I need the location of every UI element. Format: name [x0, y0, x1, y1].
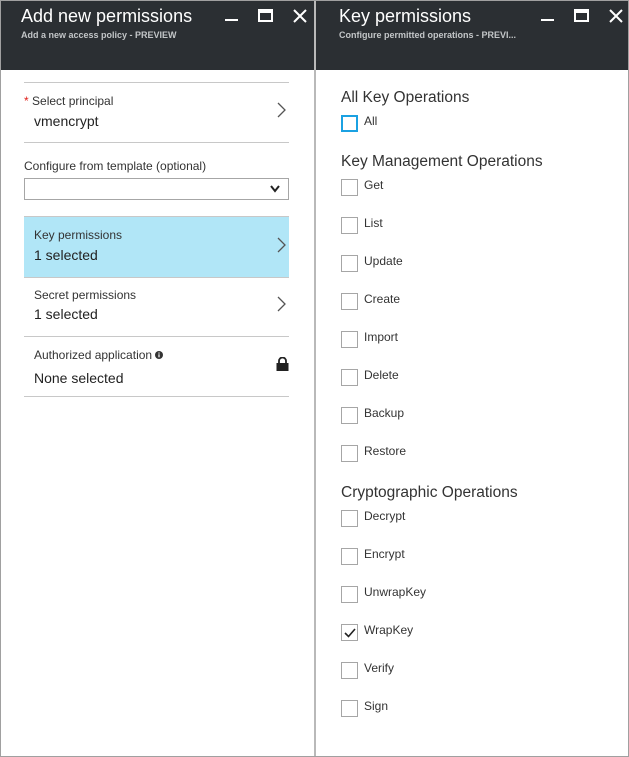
checkbox-label: WrapKey — [364, 623, 414, 637]
checkbox[interactable] — [341, 510, 358, 527]
checkbox[interactable] — [341, 115, 358, 132]
secret-permissions-item[interactable]: Secret permissions 1 selected — [24, 277, 289, 337]
info-icon[interactable] — [155, 351, 164, 359]
blade-title: Add new permissions — [21, 6, 193, 26]
key-permissions-blade: Key permissions Configure permitted oper… — [316, 1, 628, 756]
checkbox-label: All — [364, 114, 378, 128]
chevron-right-icon — [277, 237, 286, 253]
blade-title: Key permissions — [339, 6, 472, 26]
checkbox[interactable] — [341, 624, 358, 641]
checkbox[interactable] — [341, 369, 358, 386]
checkbox-label: Import — [364, 330, 399, 344]
minimize-icon — [541, 19, 554, 21]
close-icon — [293, 9, 307, 23]
checkbox[interactable] — [341, 331, 358, 348]
checkbox[interactable] — [341, 445, 358, 462]
blade-subtitle: Configure permitted operations - PREVI..… — [339, 30, 517, 40]
key-permissions-item[interactable]: Key permissions 1 selected — [24, 216, 289, 278]
checkbox-label: Create — [364, 292, 401, 306]
checkbox[interactable] — [341, 255, 358, 272]
blade-header: Key permissions Configure permitted oper… — [316, 1, 628, 70]
checkbox-label: Delete — [364, 368, 399, 382]
add-permissions-blade: Add new permissions Add a new access pol… — [1, 1, 314, 756]
checkbox-label: Backup — [364, 406, 405, 420]
key-permissions-label: Key permissions — [34, 228, 123, 242]
maximize-icon — [258, 9, 273, 22]
checkbox-label: UnwrapKey — [364, 585, 427, 599]
checkbox-label: Decrypt — [364, 509, 406, 523]
checkbox[interactable] — [341, 586, 358, 603]
section-heading: All Key Operations — [341, 89, 470, 106]
blade-subtitle: Add a new access policy - PREVIEW — [21, 30, 177, 40]
blade-header: Add new permissions Add a new access pol… — [1, 1, 314, 70]
maximize-icon — [574, 9, 589, 22]
checkbox-label: Restore — [364, 444, 407, 458]
secret-permissions-value: 1 selected — [34, 306, 98, 322]
maximize-button[interactable] — [573, 7, 591, 25]
principal-value: vmencrypt — [34, 113, 99, 129]
chevron-right-icon — [277, 102, 286, 118]
maximize-button[interactable] — [257, 7, 275, 25]
checkbox[interactable] — [341, 293, 358, 310]
chevron-right-icon — [277, 296, 286, 312]
minimize-button[interactable] — [223, 7, 241, 25]
secret-permissions-label: Secret permissions — [34, 288, 137, 302]
section-heading: Key Management Operations — [341, 153, 543, 170]
select-principal-item[interactable]: * Select principal vmencrypt — [24, 82, 289, 138]
checkbox[interactable] — [341, 548, 358, 565]
checkbox-label: Verify — [364, 661, 395, 675]
authorized-application-label: Authorized application — [34, 348, 153, 362]
template-label: Configure from template (optional) — [24, 159, 207, 173]
checkbox[interactable] — [341, 700, 358, 717]
checkmark-icon — [344, 628, 356, 638]
checkbox-label: Encrypt — [364, 547, 405, 561]
minimize-icon — [225, 19, 238, 21]
required-marker: * — [24, 94, 29, 108]
lock-icon — [276, 357, 289, 371]
checkbox-label: List — [364, 216, 383, 230]
chevron-down-icon — [270, 185, 280, 193]
section-heading: Cryptographic Operations — [341, 484, 518, 501]
checkbox[interactable] — [341, 662, 358, 679]
authorized-application-item: Authorized application None selected — [24, 337, 289, 397]
close-button[interactable] — [607, 7, 625, 25]
checkbox[interactable] — [341, 179, 358, 196]
minimize-button[interactable] — [539, 7, 557, 25]
window-frame: Add new permissions Add a new access pol… — [0, 0, 629, 757]
checkbox[interactable] — [341, 407, 358, 424]
key-permissions-value: 1 selected — [34, 247, 98, 263]
checkbox-label: Sign — [364, 699, 389, 713]
divider — [24, 142, 289, 143]
checkbox-label: Get — [364, 178, 384, 192]
checkbox[interactable] — [341, 217, 358, 234]
close-icon — [609, 9, 623, 23]
close-button[interactable] — [291, 7, 309, 25]
principal-label: Select principal — [32, 94, 114, 108]
authorized-application-value: None selected — [34, 370, 124, 386]
checkbox-label: Update — [364, 254, 403, 268]
template-select[interactable] — [24, 178, 289, 200]
